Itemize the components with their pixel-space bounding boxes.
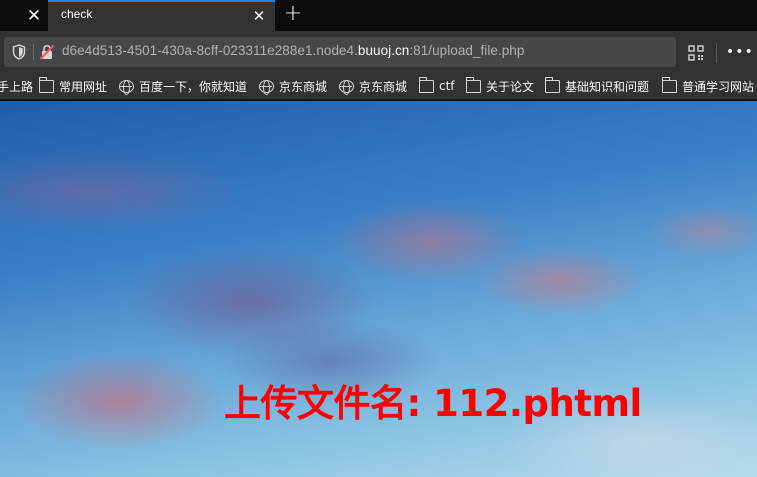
bookmark-label: ctf xyxy=(439,79,455,93)
page-content: 上传文件名: 112.phtml xyxy=(0,101,757,477)
bookmark-folder[interactable]: 关于论文 xyxy=(465,76,535,95)
bookmark-label: 京东商城 xyxy=(279,79,328,94)
globe-icon xyxy=(119,79,134,95)
folder-icon xyxy=(465,76,481,93)
folder-icon xyxy=(38,76,54,93)
address-bar[interactable]: d6e4d513-4501-430a-8cff-023311e288e1.nod… xyxy=(4,37,676,67)
url-text[interactable]: d6e4d513-4501-430a-8cff-023311e288e1.nod… xyxy=(62,43,524,58)
qr-code-icon[interactable] xyxy=(688,45,704,61)
tab-active[interactable]: check ✕ xyxy=(48,0,275,31)
bookmarks-bar: 手上路 常用网址 百度一下，你就知道 京东商城 京东商城 ctf 关于论文 基础… xyxy=(0,71,757,100)
bookmark-item[interactable]: 百度一下，你就知道 xyxy=(119,77,247,95)
tab-strip: ✕ check ✕ + xyxy=(0,0,757,31)
upload-result-message: 上传文件名: 112.phtml xyxy=(224,382,642,425)
bookmark-folder[interactable]: 常用网址 xyxy=(38,76,108,95)
bookmark-label: 手上路 xyxy=(0,79,34,94)
bookmark-item[interactable]: 京东商城 xyxy=(259,77,327,95)
separator xyxy=(716,43,717,63)
bookmark-label: 关于论文 xyxy=(486,79,535,94)
globe-icon xyxy=(259,79,274,95)
folder-icon xyxy=(544,76,560,93)
url-host: buuoj.cn xyxy=(357,43,410,58)
new-tab-button[interactable]: + xyxy=(280,2,306,28)
bookmark-folder[interactable]: 基础知识和问题 xyxy=(544,76,650,95)
folder-icon xyxy=(661,76,677,93)
close-tab-icon[interactable]: ✕ xyxy=(20,3,48,29)
bookmark-item[interactable]: 手上路 xyxy=(0,77,33,95)
bookmark-folder[interactable]: 普通学习网站 xyxy=(661,76,755,95)
bookmark-label: 基础知识和问题 xyxy=(565,79,650,94)
close-tab-icon[interactable]: ✕ xyxy=(249,5,269,27)
bookmark-item[interactable]: 京东商城 xyxy=(339,77,407,95)
bookmark-label: 普通学习网站 xyxy=(682,79,755,94)
navigation-bar: d6e4d513-4501-430a-8cff-023311e288e1.nod… xyxy=(0,31,757,71)
url-prefix: d6e4d513-4501-430a-8cff-023311e288e1.nod… xyxy=(62,43,358,58)
more-menu-icon[interactable]: ••• xyxy=(726,40,753,64)
folder-icon xyxy=(418,76,434,93)
shield-icon[interactable] xyxy=(12,44,26,60)
separator xyxy=(33,44,34,60)
url-suffix: :81/upload_file.php xyxy=(409,43,525,58)
bookmark-label: 京东商城 xyxy=(359,79,408,94)
bookmark-folder[interactable]: ctf xyxy=(418,76,455,95)
insecure-lock-icon[interactable] xyxy=(39,44,55,60)
tab-title: check xyxy=(61,7,93,21)
bookmark-label: 常用网址 xyxy=(59,79,108,94)
globe-icon xyxy=(339,79,354,95)
bookmark-label: 百度一下，你就知道 xyxy=(139,79,248,94)
